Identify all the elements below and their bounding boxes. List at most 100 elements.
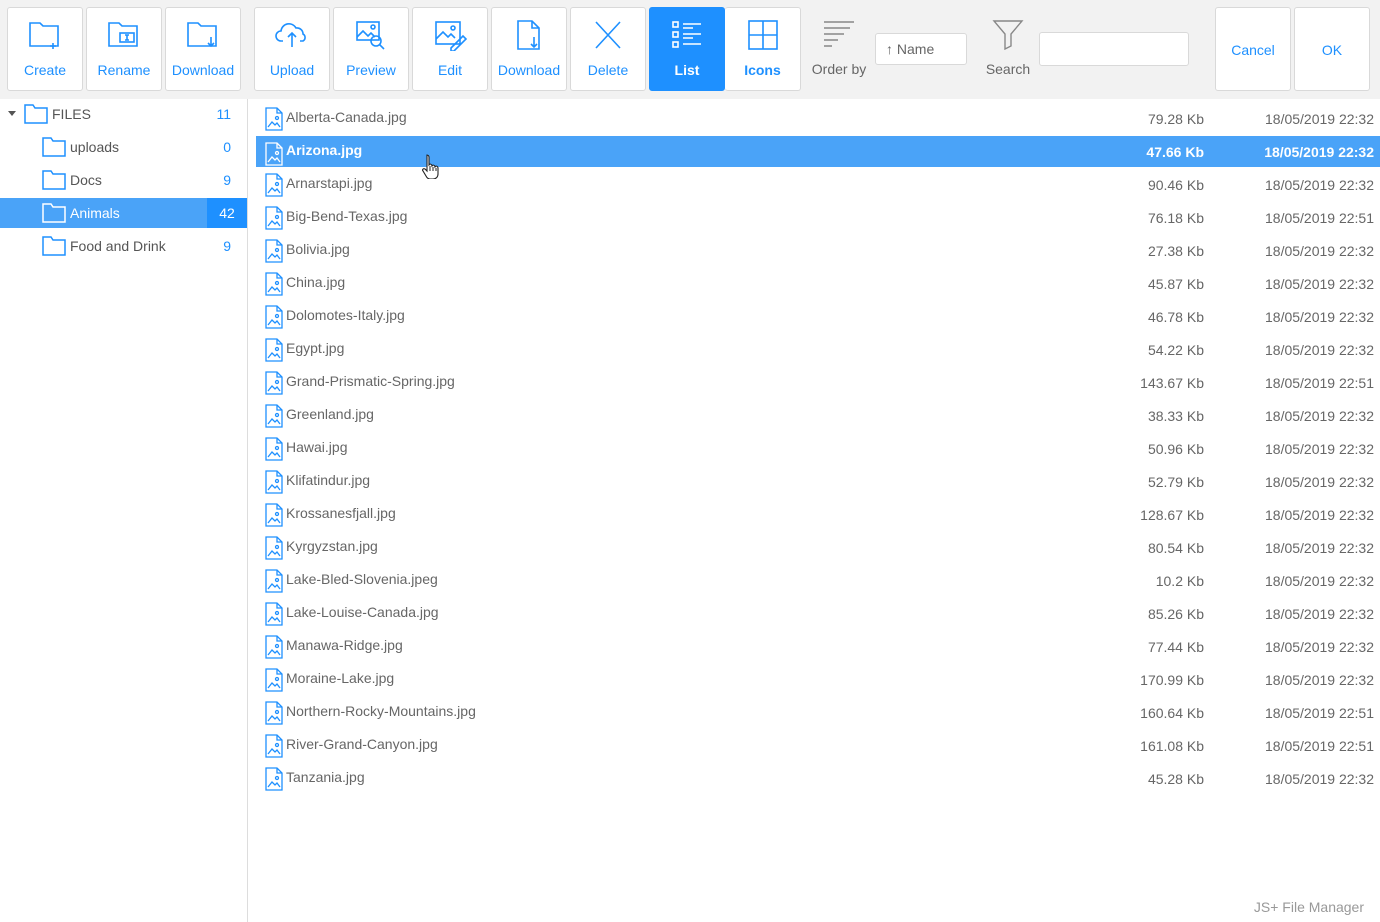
tree-item-food-and-drink[interactable]: Food and Drink 9 xyxy=(0,231,247,261)
file-name: Klifatindur.jpg xyxy=(286,472,371,488)
file-date: 18/05/2019 22:51 xyxy=(1265,375,1374,391)
file-row[interactable]: Krossanesfjall.jpg 128.67 Kb 18/05/2019 22… xyxy=(256,497,1380,530)
file-size: 77.44 Kb xyxy=(1147,639,1204,655)
image-file-icon xyxy=(265,305,283,329)
file-name: Kyrgyzstan.jpg xyxy=(286,538,378,554)
file-row[interactable]: Northern-Rocky-Mountains.jpg 160.64 Kb 18/… xyxy=(256,695,1380,728)
file-name: China.jpg xyxy=(286,274,346,290)
file-name: Krossanesfjall.jpg xyxy=(286,505,396,521)
cancel-button[interactable]: Cancel xyxy=(1215,7,1291,91)
file-row[interactable]: Dolomotes-Italy.jpg 46.78 Kb 18/05/2019 22… xyxy=(256,299,1380,332)
close-icon xyxy=(595,21,621,49)
list-view-icon xyxy=(672,21,701,48)
folder-tree: FILES 11 uploads 0 Docs 9 Animals 42 Foo… xyxy=(0,99,248,922)
image-file-icon xyxy=(265,173,283,197)
file-date: 18/05/2019 22:32 xyxy=(1265,342,1374,358)
tree-item-label: Food and Drink xyxy=(70,238,166,254)
file-row[interactable]: Egypt.jpg 54.22 Kb 18/05/2019 22:32 xyxy=(256,332,1380,365)
edit-button[interactable]: Edit xyxy=(412,7,488,91)
file-row[interactable]: Alberta-Canada.jpg 79.28 Kb 18/05/2019 22:… xyxy=(256,101,1380,134)
preview-button[interactable]: Preview xyxy=(333,7,409,91)
file-date: 18/05/2019 22:51 xyxy=(1265,210,1374,226)
list-view-label: List xyxy=(674,62,700,78)
tree-item-uploads[interactable]: uploads 0 xyxy=(0,132,247,162)
image-file-icon xyxy=(265,635,283,659)
tree-item-animals[interactable]: Animals 42 xyxy=(0,198,247,228)
file-date: 18/05/2019 22:32 xyxy=(1265,507,1374,523)
file-row[interactable]: Grand-Prismatic-Spring.jpg 143.67 Kb 18/05… xyxy=(256,365,1380,398)
file-size: 161.08 Kb xyxy=(1140,738,1204,754)
image-search-icon xyxy=(356,21,385,50)
file-size: 170.99 Kb xyxy=(1140,672,1204,688)
file-row[interactable]: Bolivia.jpg 27.38 Kb 18/05/2019 22:32 xyxy=(256,233,1380,266)
file-date: 18/05/2019 22:32 xyxy=(1264,144,1374,160)
file-row[interactable]: Big-Bend-Texas.jpg 76.18 Kb 18/05/2019 22:… xyxy=(256,200,1380,233)
tree-item-docs[interactable]: Docs 9 xyxy=(0,165,247,195)
file-row[interactable]: Greenland.jpg 38.33 Kb 18/05/2019 22:32 xyxy=(256,398,1380,431)
upload-button[interactable]: Upload xyxy=(254,7,330,91)
sort-lines-icon xyxy=(824,21,854,47)
expand-caret-icon[interactable] xyxy=(8,111,16,116)
image-file-icon xyxy=(265,701,283,725)
folder-icon xyxy=(42,170,66,190)
file-row[interactable]: Hawai.jpg 50.96 Kb 18/05/2019 22:32 xyxy=(256,431,1380,464)
rename-label: Rename xyxy=(97,62,151,78)
file-download-button[interactable]: Download xyxy=(491,7,567,91)
file-list: Alberta-Canada.jpg 79.28 Kb 18/05/2019 22:… xyxy=(256,101,1380,794)
edit-label: Edit xyxy=(437,62,463,78)
file-name: Dolomotes-Italy.jpg xyxy=(286,307,405,323)
image-file-icon xyxy=(265,404,283,428)
search-label: Search xyxy=(985,61,1031,77)
rename-button[interactable]: Rename xyxy=(86,7,162,91)
file-name: Lake-Bled-Slovenia.jpeg xyxy=(286,571,438,587)
image-file-icon xyxy=(265,503,283,527)
file-row[interactable]: Kyrgyzstan.jpg 80.54 Kb 18/05/2019 22:32 xyxy=(256,530,1380,563)
folder-icon xyxy=(42,137,66,157)
file-size: 10.2 Kb xyxy=(1155,573,1204,589)
tree-item-count: 9 xyxy=(223,172,231,188)
folder-download-label: Download xyxy=(171,62,235,78)
tree-root-count: 11 xyxy=(216,106,231,122)
image-file-icon xyxy=(265,734,283,758)
file-row[interactable]: Moraine-Lake.jpg 170.99 Kb 18/05/2019 22:3… xyxy=(256,662,1380,695)
folder-icon xyxy=(42,203,66,223)
create-button[interactable]: Create xyxy=(7,7,83,91)
file-size: 47.66 Kb xyxy=(1146,144,1204,160)
file-name: Northern-Rocky-Mountains.jpg xyxy=(286,703,476,719)
file-row[interactable]: Lake-Louise-Canada.jpg 85.26 Kb 18/05/2019… xyxy=(256,596,1380,629)
order-by-select[interactable]: ↑ Name xyxy=(875,33,967,65)
image-file-icon xyxy=(265,569,283,593)
file-row[interactable]: Klifatindur.jpg 52.79 Kb 18/05/2019 22:32 xyxy=(256,464,1380,497)
file-size: 90.46 Kb xyxy=(1147,177,1204,193)
image-file-icon xyxy=(265,371,283,395)
ok-button[interactable]: OK xyxy=(1294,7,1370,91)
file-name: Grand-Prismatic-Spring.jpg xyxy=(286,373,455,389)
file-date: 18/05/2019 22:32 xyxy=(1265,606,1374,622)
image-file-icon xyxy=(265,338,283,362)
file-size: 160.64 Kb xyxy=(1140,705,1204,721)
image-file-icon xyxy=(265,142,283,166)
filter-icon xyxy=(992,20,1024,50)
tree-root-files[interactable]: FILES 11 xyxy=(0,99,247,129)
file-name: Tanzania.jpg xyxy=(286,769,365,785)
image-file-icon xyxy=(265,767,283,791)
file-name: Lake-Louise-Canada.jpg xyxy=(286,604,439,620)
file-date: 18/05/2019 22:51 xyxy=(1265,705,1374,721)
file-date: 18/05/2019 22:32 xyxy=(1265,408,1374,424)
file-row[interactable]: Tanzania.jpg 45.28 Kb 18/05/2019 22:32 xyxy=(256,761,1380,794)
icons-view-button[interactable]: Icons xyxy=(725,7,801,91)
file-row[interactable]: Manawa-Ridge.jpg 77.44 Kb 18/05/2019 22:32 xyxy=(256,629,1380,662)
file-size: 128.67 Kb xyxy=(1140,507,1204,523)
file-name: Egypt.jpg xyxy=(286,340,345,356)
folder-download-button[interactable]: Download xyxy=(165,7,241,91)
list-view-button[interactable]: List xyxy=(649,7,725,91)
file-row[interactable]: Lake-Bled-Slovenia.jpeg 10.2 Kb 18/05/2019… xyxy=(256,563,1380,596)
image-file-icon xyxy=(265,437,283,461)
file-size: 76.18 Kb xyxy=(1147,210,1204,226)
file-size: 50.96 Kb xyxy=(1147,441,1204,457)
file-row[interactable]: River-Grand-Canyon.jpg 161.08 Kb 18/05/201… xyxy=(256,728,1380,761)
file-row[interactable]: China.jpg 45.87 Kb 18/05/2019 22:32 xyxy=(256,266,1380,299)
search-input[interactable] xyxy=(1039,32,1189,66)
delete-button[interactable]: Delete xyxy=(570,7,646,91)
file-size: 80.54 Kb xyxy=(1147,540,1204,556)
